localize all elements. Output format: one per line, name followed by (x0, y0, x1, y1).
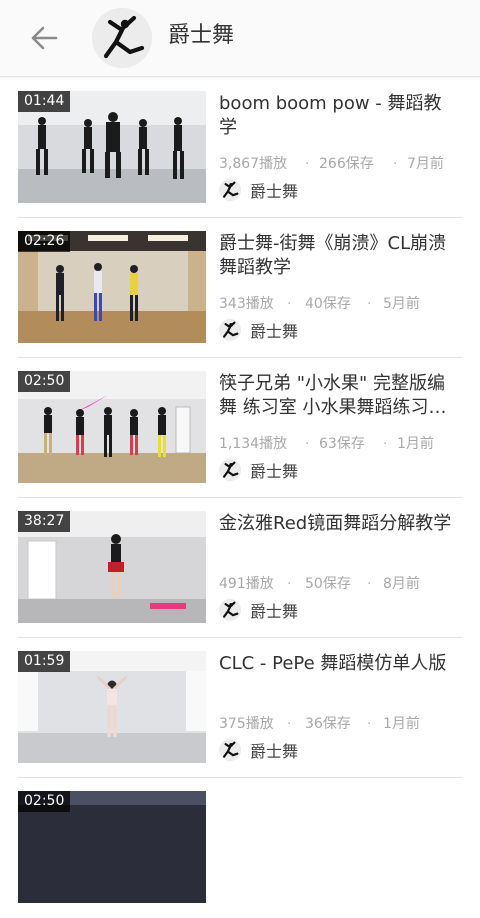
author[interactable]: 爵士舞 (219, 178, 298, 202)
author-avatar (219, 319, 241, 341)
video-title[interactable]: 筷子兄弟 "小水果" 完整版编舞 练习室 小水果舞蹈练习… (219, 372, 459, 420)
author-name: 爵士舞 (250, 322, 299, 341)
publish-time: 5月前 (383, 296, 420, 312)
video-title[interactable]: 爵士舞-街舞《崩溃》CL崩溃舞蹈教学 (219, 232, 459, 280)
video-stats: 375播放 · 36保存 · 1月前 (219, 714, 459, 734)
dancer-avatar-icon (92, 8, 152, 68)
video-item[interactable]: 02:26 爵士舞-街舞《崩溃》CL崩溃舞蹈教学 343播放 · 40保存 · … (0, 218, 480, 358)
video-title[interactable]: 金泫雅Red镜面舞蹈分解教学 (219, 512, 459, 536)
channel-title: 爵士舞 (168, 23, 235, 48)
publish-time: 1月前 (383, 716, 420, 732)
author-avatar (219, 179, 241, 201)
author-avatar (219, 599, 241, 621)
duration-badge: 02:50 (18, 371, 71, 392)
separator: · (367, 716, 372, 732)
author[interactable]: 爵士舞 (219, 458, 298, 482)
separator: · (305, 436, 310, 452)
app-header: 爵士舞 (0, 0, 480, 77)
author-name: 爵士舞 (250, 742, 299, 761)
arrow-left-icon (31, 26, 58, 50)
video-thumbnail[interactable]: 02:26 (18, 231, 206, 343)
video-thumbnail[interactable]: 02:50 (18, 371, 206, 483)
separator: · (383, 436, 388, 452)
video-item[interactable]: 02:50 筷子兄弟 "小水果" 完整版编舞 练习室 小水果舞蹈练习… 1,13… (0, 358, 480, 498)
save-count: 40保存 (305, 296, 351, 312)
play-count: 491播放 (219, 576, 274, 592)
publish-time: 8月前 (383, 576, 420, 592)
channel-avatar[interactable] (92, 8, 152, 68)
video-stats: 343播放 · 40保存 · 5月前 (219, 294, 459, 314)
video-item[interactable]: 02:50 (0, 778, 480, 918)
save-count: 63保存 (319, 436, 365, 452)
duration-badge: 01:44 (18, 91, 71, 112)
dancer-avatar-icon (219, 599, 241, 621)
author[interactable]: 爵士舞 (219, 738, 298, 762)
play-count: 3,867播放 (219, 156, 288, 172)
author-name: 爵士舞 (250, 182, 299, 201)
play-count: 343播放 (219, 296, 274, 312)
video-item[interactable]: 38:27 金泫雅Red镜面舞蹈分解教学 491播放 · 50保存 · 8月前 … (0, 498, 480, 638)
author-avatar (219, 459, 241, 481)
video-item[interactable]: 01:44 boom boom pow - 舞蹈教学 3,867播放 · 266… (0, 78, 480, 218)
save-count: 266保存 (319, 156, 374, 172)
publish-time: 1月前 (397, 436, 434, 452)
publish-time: 7月前 (407, 156, 444, 172)
separator: · (287, 716, 292, 732)
save-count: 36保存 (305, 716, 351, 732)
dancer-avatar-icon (219, 739, 241, 761)
dancer-avatar-icon (219, 459, 241, 481)
author[interactable]: 爵士舞 (219, 598, 298, 622)
separator: · (287, 576, 292, 592)
duration-badge: 02:26 (18, 231, 71, 252)
video-stats: 3,867播放 · 266保存 · 7月前 (219, 154, 459, 174)
separator: · (367, 576, 372, 592)
duration-badge: 38:27 (18, 511, 71, 532)
duration-badge: 01:59 (18, 651, 71, 672)
video-thumbnail[interactable]: 01:44 (18, 91, 206, 203)
video-thumbnail[interactable]: 02:50 (18, 791, 206, 903)
dancer-avatar-icon (219, 179, 241, 201)
video-item[interactable]: 01:59 CLC - PePe 舞蹈模仿单人版 375播放 · 36保存 · … (0, 638, 480, 778)
separator: · (305, 156, 310, 172)
author[interactable]: 爵士舞 (219, 318, 298, 342)
video-thumbnail[interactable]: 38:27 (18, 511, 206, 623)
back-button[interactable] (24, 18, 64, 58)
save-count: 50保存 (305, 576, 351, 592)
separator: · (367, 296, 372, 312)
play-count: 375播放 (219, 716, 274, 732)
video-thumbnail[interactable]: 01:59 (18, 651, 206, 763)
video-stats: 1,134播放 · 63保存 · 1月前 (219, 434, 459, 454)
video-title[interactable]: CLC - PePe 舞蹈模仿单人版 (219, 652, 459, 676)
separator: · (287, 296, 292, 312)
dancer-avatar-icon (219, 319, 241, 341)
separator: · (393, 156, 398, 172)
video-stats: 491播放 · 50保存 · 8月前 (219, 574, 459, 594)
play-count: 1,134播放 (219, 436, 288, 452)
author-name: 爵士舞 (250, 602, 299, 621)
author-avatar (219, 739, 241, 761)
author-name: 爵士舞 (250, 462, 299, 481)
duration-badge: 02:50 (18, 791, 71, 812)
video-title[interactable]: boom boom pow - 舞蹈教学 (219, 92, 459, 140)
